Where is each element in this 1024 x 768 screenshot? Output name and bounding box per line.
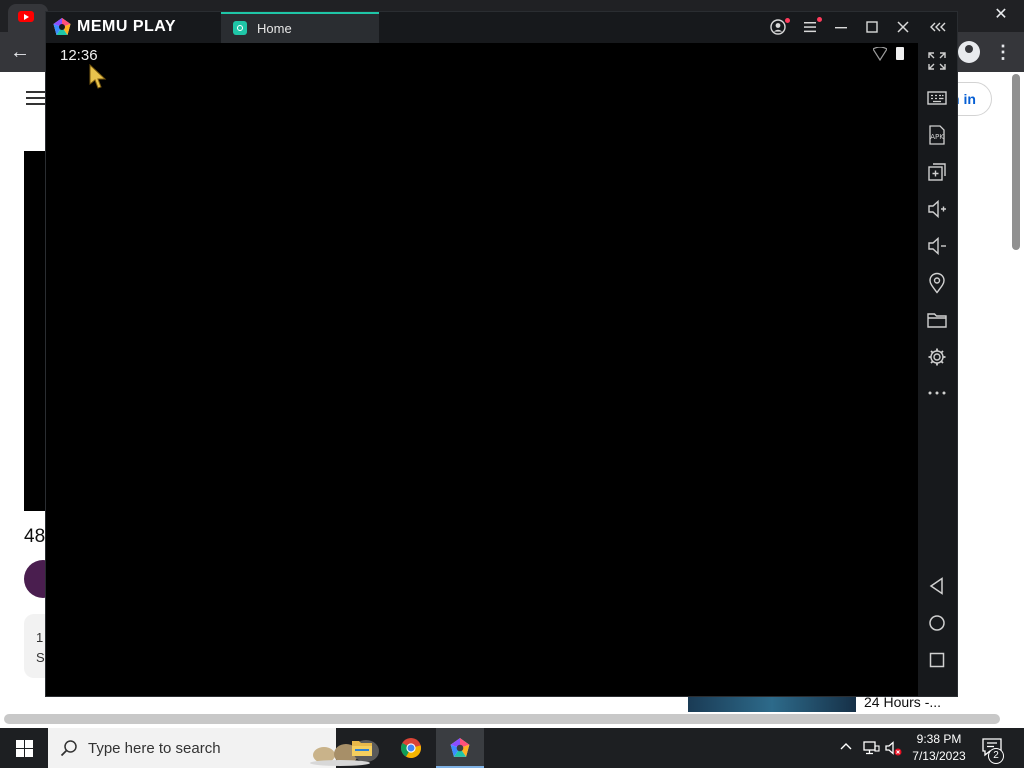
collapse-sidebar-icon [930, 22, 946, 32]
minimize-icon [835, 27, 847, 29]
tab-home[interactable]: Home [221, 12, 379, 43]
taskbar-search-box[interactable]: Type here to search [48, 728, 379, 768]
android-status-time: 12:36 [60, 47, 98, 64]
tab-home-label: Home [257, 21, 292, 36]
chrome-menu-button[interactable]: ⋮ [994, 41, 1012, 63]
android-back-button[interactable] [925, 574, 949, 598]
windows-logo-icon [16, 740, 33, 757]
memu-logo-icon [53, 18, 71, 35]
search-placeholder: Type here to search [88, 740, 221, 757]
mouse-cursor-icon [89, 64, 107, 89]
volume-up-icon [928, 199, 946, 219]
location-icon [929, 272, 945, 294]
desktop-screen: ✕ ← ⋮ n in 48 1 S 24 Hours -... MEMU PLA… [0, 0, 1024, 768]
account-button[interactable] [763, 12, 793, 43]
minimize-button[interactable] [826, 12, 856, 43]
android-recents-button[interactable] [925, 648, 949, 672]
svg-text:APK: APK [930, 133, 944, 141]
android-screen[interactable]: 12:36 [46, 43, 918, 696]
memu-window: MEMU PLAY Home 12:36 APK [45, 11, 958, 697]
network-icon[interactable] [862, 739, 880, 757]
taskbar-chrome[interactable] [387, 728, 435, 768]
home-nav-icon [929, 615, 945, 631]
location-button[interactable] [925, 271, 949, 295]
settings-icon [928, 348, 946, 366]
memu-icon [450, 738, 470, 757]
account-notification-dot [785, 18, 790, 23]
chrome-icon [401, 738, 422, 759]
chrome-profile-icon[interactable] [958, 41, 980, 63]
back-nav-icon [929, 577, 943, 595]
volume-down-button[interactable] [925, 234, 949, 258]
maximize-icon [866, 21, 878, 33]
hamburger-menu-icon[interactable] [26, 91, 46, 105]
apk-install-button[interactable]: APK [925, 123, 949, 147]
vertical-scrollbar[interactable] [1012, 74, 1020, 250]
multi-instance-icon [928, 163, 946, 181]
memu-titlebar: MEMU PLAY Home [46, 12, 957, 43]
horizontal-scrollbar[interactable] [4, 714, 1000, 724]
clock-date: 7/13/2023 [912, 749, 966, 763]
collapse-sidebar-button[interactable] [923, 12, 953, 43]
clock-time: 9:38 PM [916, 732, 962, 746]
menu-icon [804, 22, 816, 33]
battery-icon [896, 47, 904, 60]
volume-up-button[interactable] [925, 197, 949, 221]
shared-folder-button[interactable] [925, 308, 949, 332]
memu-sidebar: APK [918, 43, 957, 696]
notification-count-badge: 2 [988, 748, 1004, 764]
wifi-icon [873, 47, 887, 61]
taskbar-memu[interactable] [436, 728, 484, 768]
more-button[interactable] [925, 381, 949, 405]
account-icon [770, 19, 786, 35]
video-title: 48 [24, 526, 46, 547]
settings-button[interactable] [925, 345, 949, 369]
keyboard-icon [927, 91, 947, 105]
volume-muted-icon[interactable] [884, 739, 902, 757]
multi-instance-button[interactable] [925, 160, 949, 184]
volume-down-icon [928, 236, 946, 256]
more-icon [928, 391, 946, 395]
close-button[interactable] [888, 12, 918, 43]
taskbar-clock[interactable]: 9:38 PM 7/13/2023 [908, 731, 970, 765]
maximize-button[interactable] [857, 12, 887, 43]
fullscreen-button[interactable] [925, 49, 949, 73]
file-explorer-icon [352, 741, 372, 756]
chrome-back-button[interactable]: ← [10, 40, 30, 64]
youtube-logo-icon [18, 11, 34, 22]
recents-nav-icon [929, 652, 945, 668]
start-button[interactable] [0, 728, 48, 768]
close-icon [897, 21, 909, 33]
android-home-button[interactable] [925, 611, 949, 635]
chrome-close-button[interactable]: ✕ [978, 0, 1024, 32]
taskbar: Type here to search 9:38 PM 7/13/2023 2 [0, 728, 1024, 768]
keyboard-button[interactable] [925, 86, 949, 110]
search-icon [60, 740, 77, 757]
memu-brand: MEMU PLAY [77, 18, 177, 35]
apk-icon: APK [929, 125, 945, 145]
fullscreen-icon [928, 52, 946, 70]
home-tab-icon [233, 21, 247, 35]
show-hidden-icons-icon[interactable] [838, 739, 854, 755]
folder-icon [927, 313, 947, 328]
taskbar-file-explorer[interactable] [338, 728, 386, 768]
menu-notification-dot [817, 17, 822, 22]
